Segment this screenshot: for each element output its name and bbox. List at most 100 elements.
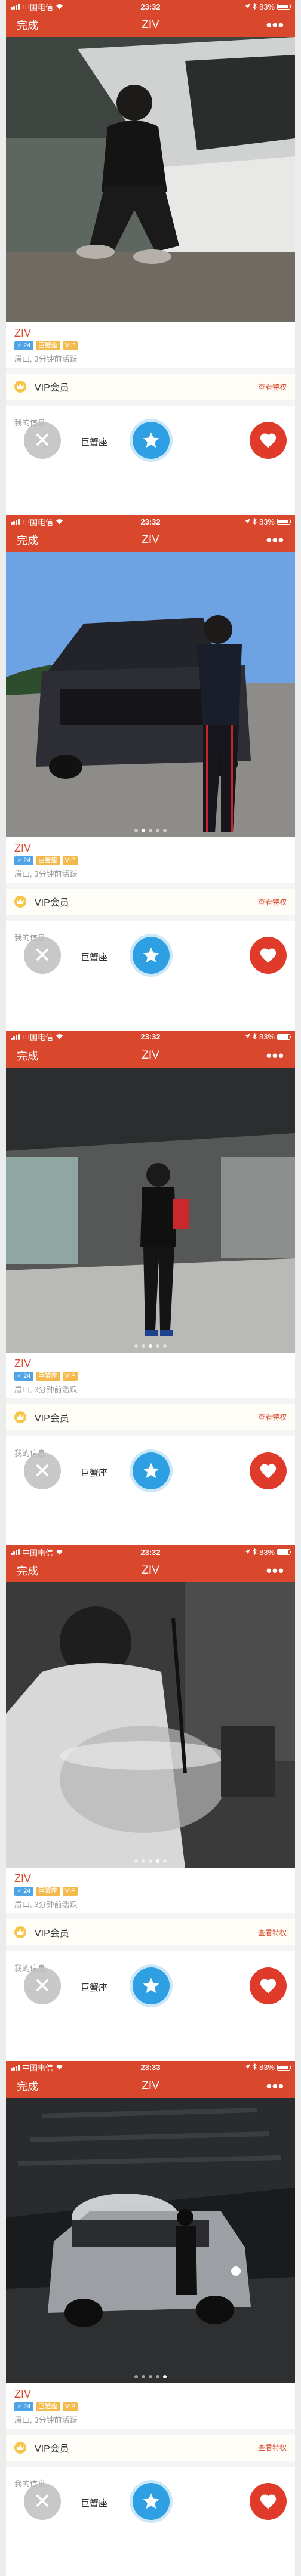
- nav-bar: 完成 ZIV •••: [6, 13, 295, 37]
- more-options-icon[interactable]: •••: [266, 532, 284, 548]
- phone-frame: 中国电信 23:32 83% 完成 ZIV ••• ZIV ♂ 24 巨蟹座 V…: [6, 0, 295, 516]
- more-options-icon[interactable]: •••: [266, 1563, 284, 1578]
- location-icon: [244, 2, 250, 11]
- wifi-icon: [56, 517, 63, 526]
- more-options-icon[interactable]: •••: [266, 2078, 284, 2094]
- dislike-button[interactable]: ✕: [24, 1967, 61, 2005]
- page-title: ZIV: [142, 1564, 159, 1577]
- pager-dot[interactable]: [163, 829, 167, 833]
- profile-summary: ZIV ♂ 24 巨蟹座 VIP 眉山, 3分钟前活跃: [6, 2383, 295, 2429]
- more-options-icon[interactable]: •••: [266, 1048, 284, 1063]
- battery-icon: [277, 1549, 291, 1556]
- pager-dot[interactable]: [134, 829, 138, 833]
- zodiac-badge: 巨蟹座: [35, 1371, 60, 1381]
- pager-dot[interactable]: [142, 1859, 145, 1864]
- vip-membership-row[interactable]: VIP会员 查看特权: [6, 889, 295, 915]
- crown-icon: [14, 2441, 26, 2454]
- pager-dot[interactable]: [134, 1344, 138, 1348]
- pager-dot[interactable]: [149, 1344, 152, 1348]
- status-time: 23:32: [140, 1032, 161, 1042]
- star-icon: [143, 1977, 159, 1994]
- superlike-button[interactable]: [133, 1967, 170, 2005]
- divider: [6, 1397, 295, 1404]
- bluetooth-icon: [253, 1548, 257, 1557]
- profile-photo[interactable]: [6, 2097, 295, 2383]
- superlike-button[interactable]: [133, 1452, 170, 1489]
- done-button[interactable]: 完成: [17, 532, 38, 548]
- status-time: 23:32: [140, 2, 161, 11]
- battery-icon: [277, 2064, 291, 2071]
- vip-membership-row[interactable]: VIP会员 查看特权: [6, 374, 295, 400]
- like-button[interactable]: [250, 937, 287, 974]
- profile-screen-4: 中国电信 23:32 83% 完成 ZIV ••• ZIV ♂ 24 巨蟹座 V…: [0, 1545, 301, 2061]
- view-privileges-link[interactable]: 查看特权: [258, 382, 287, 392]
- photo-illustration: [6, 1582, 295, 1868]
- pager-dot[interactable]: [156, 1344, 159, 1348]
- view-privileges-link[interactable]: 查看特权: [258, 1927, 287, 1938]
- location-activity: 眉山, 3分钟前活跃: [14, 869, 78, 879]
- star-icon: [143, 2493, 159, 2509]
- pager-dot[interactable]: [156, 1859, 159, 1864]
- pager-dot[interactable]: [163, 2374, 167, 2378]
- done-button[interactable]: 完成: [17, 2078, 38, 2094]
- superlike-button[interactable]: [133, 2482, 170, 2520]
- dislike-button[interactable]: ✕: [24, 1452, 61, 1489]
- pager-dot[interactable]: [142, 2374, 145, 2378]
- more-options-icon[interactable]: •••: [266, 17, 284, 33]
- dislike-button[interactable]: ✕: [24, 422, 61, 459]
- divider: [6, 2460, 295, 2467]
- zodiac-badge: 巨蟹座: [35, 856, 60, 866]
- zodiac-badge: 巨蟹座: [35, 2402, 60, 2411]
- nav-bar: 完成 ZIV •••: [6, 2074, 295, 2098]
- my-info-section: 我的信息 巨蟹座 ✕: [6, 921, 295, 974]
- pager-dot[interactable]: [163, 1859, 167, 1864]
- done-button[interactable]: 完成: [17, 1048, 38, 1063]
- profile-summary: ZIV ♂ 24 巨蟹座 VIP 眉山, 3分钟前活跃: [6, 322, 295, 368]
- divider: [6, 1913, 295, 1920]
- vip-membership-row[interactable]: VIP会员 查看特权: [6, 1919, 295, 1946]
- info-zodiac: 巨蟹座: [81, 952, 108, 963]
- close-icon: ✕: [33, 1458, 52, 1483]
- view-privileges-link[interactable]: 查看特权: [258, 897, 287, 907]
- carrier-label: 中国电信: [22, 2, 54, 12]
- pager-dot[interactable]: [142, 829, 145, 833]
- view-privileges-link[interactable]: 查看特权: [258, 1412, 287, 1422]
- pager-dot[interactable]: [149, 829, 152, 833]
- profile-photo[interactable]: [6, 37, 295, 322]
- profile-name: ZIV: [14, 1357, 32, 1369]
- badge-row: ♂ 24 巨蟹座 VIP: [14, 341, 287, 350]
- dislike-button[interactable]: ✕: [24, 937, 61, 974]
- pager-dot[interactable]: [149, 2374, 152, 2378]
- battery-percent: 83%: [259, 1032, 275, 1042]
- profile-photo[interactable]: [6, 1582, 295, 1868]
- pager-dot[interactable]: [149, 1859, 152, 1864]
- like-button[interactable]: [250, 422, 287, 459]
- pager-dot[interactable]: [156, 829, 159, 833]
- star-icon: [143, 948, 159, 963]
- profile-photo[interactable]: [6, 552, 295, 838]
- vip-membership-row[interactable]: VIP会员 查看特权: [6, 1403, 295, 1430]
- pager-dot[interactable]: [142, 1344, 145, 1348]
- photo-pager-dots: [6, 1344, 295, 1348]
- superlike-button[interactable]: [133, 422, 170, 459]
- pager-dot[interactable]: [134, 2374, 138, 2378]
- pager-dot[interactable]: [163, 1344, 167, 1348]
- photo-pager-dots: [6, 1859, 295, 1864]
- done-button[interactable]: 完成: [17, 17, 38, 33]
- age-badge: ♂ 24: [14, 1887, 33, 1896]
- view-privileges-link[interactable]: 查看特权: [258, 2442, 287, 2452]
- dislike-button[interactable]: ✕: [24, 2482, 61, 2520]
- vip-badge: VIP: [62, 1371, 78, 1381]
- profile-photo[interactable]: [6, 1067, 295, 1353]
- superlike-button[interactable]: [133, 937, 170, 974]
- like-button[interactable]: [250, 1967, 287, 2005]
- pager-dot[interactable]: [156, 2374, 159, 2378]
- like-button[interactable]: [250, 2482, 287, 2520]
- vip-membership-row[interactable]: VIP会员 查看特权: [6, 2434, 295, 2461]
- divider: [6, 915, 295, 921]
- pager-dot[interactable]: [134, 1859, 138, 1864]
- like-button[interactable]: [250, 1452, 287, 1489]
- location-activity: 眉山, 3分钟前活跃: [14, 1900, 78, 1909]
- done-button[interactable]: 完成: [17, 1563, 38, 1578]
- divider: [6, 2428, 295, 2435]
